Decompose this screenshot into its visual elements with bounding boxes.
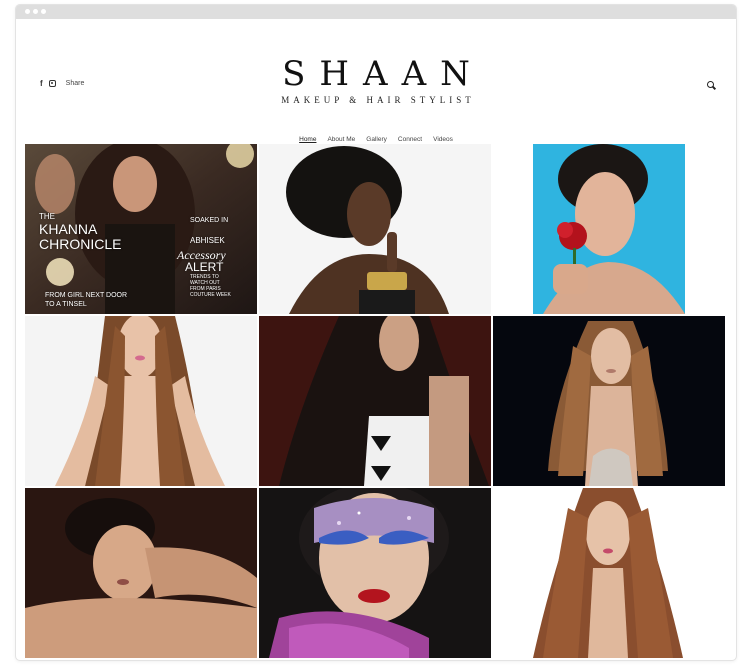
window-dot-minimize[interactable] (33, 9, 38, 14)
gallery-photo-reclining-portrait[interactable] (25, 488, 257, 658)
gallery-photo-dark-red-portrait[interactable] (259, 316, 491, 486)
rose-portrait-image (533, 144, 685, 314)
long-hair-white-image (25, 316, 257, 486)
black-backdrop-image (493, 316, 725, 486)
main-nav: Home About Me Gallery Connect Videos (16, 136, 736, 143)
nav-connect[interactable]: Connect (398, 136, 422, 143)
photo-gallery: THE KHANNA CHRONICLE SOAKED IN ABHISEK A… (25, 144, 727, 658)
magazine-text-couture: COUTURE WEEK (190, 292, 231, 298)
gallery-photo-magazine-cover[interactable]: THE KHANNA CHRONICLE SOAKED IN ABHISEK A… (25, 144, 257, 314)
gallery-photo-glitter-makeup[interactable] (259, 488, 491, 658)
magazine-text-bottom1: FROM GIRL NEXT DOOR (45, 292, 128, 299)
browser-window: f Share SHAAN MAKEUP & HAIR STYLIST Home… (15, 4, 737, 661)
gallery-photo-straight-hair-white[interactable] (493, 488, 725, 658)
magazine-text-alert: ALERT (185, 260, 224, 274)
magazine-text-soaked: SOAKED IN (190, 217, 229, 224)
nav-about-me[interactable]: About Me (327, 136, 355, 143)
magazine-text-bottom2: TO A TINSEL (45, 301, 87, 308)
brand-title: SHAAN (282, 54, 484, 94)
nav-home[interactable]: Home (299, 136, 316, 143)
magazine-text-chronicle: CHRONICLE (39, 236, 122, 252)
brand-subtitle: MAKEUP & HAIR STYLIST (281, 95, 475, 105)
window-controls (25, 9, 46, 14)
window-dot-maximize[interactable] (41, 9, 46, 14)
afro-perfume-image (259, 144, 491, 314)
reclining-portrait-image (25, 488, 257, 658)
brand-logo[interactable]: SHAAN MAKEUP & HAIR STYLIST (16, 55, 736, 105)
nav-gallery[interactable]: Gallery (366, 136, 387, 143)
site-header: f Share SHAAN MAKEUP & HAIR STYLIST Home… (16, 19, 736, 149)
nav-videos[interactable]: Videos (433, 136, 453, 143)
magazine-text-the: THE (39, 212, 55, 221)
straight-hair-white-image (493, 488, 725, 658)
gallery-photo-long-hair-white[interactable] (25, 316, 257, 486)
magazine-text-khanna: KHANNA (39, 221, 98, 237)
gallery-photo-black-backdrop[interactable] (493, 316, 725, 486)
magazine-text-abhisek: ABHISEK (190, 236, 225, 245)
dark-red-portrait-image (259, 316, 491, 486)
gallery-photo-rose-portrait[interactable] (533, 144, 685, 314)
search-icon[interactable] (707, 81, 714, 88)
glitter-makeup-image (259, 488, 491, 658)
window-dot-close[interactable] (25, 9, 30, 14)
gallery-photo-afro-perfume[interactable] (259, 144, 491, 314)
browser-chrome (16, 5, 736, 19)
